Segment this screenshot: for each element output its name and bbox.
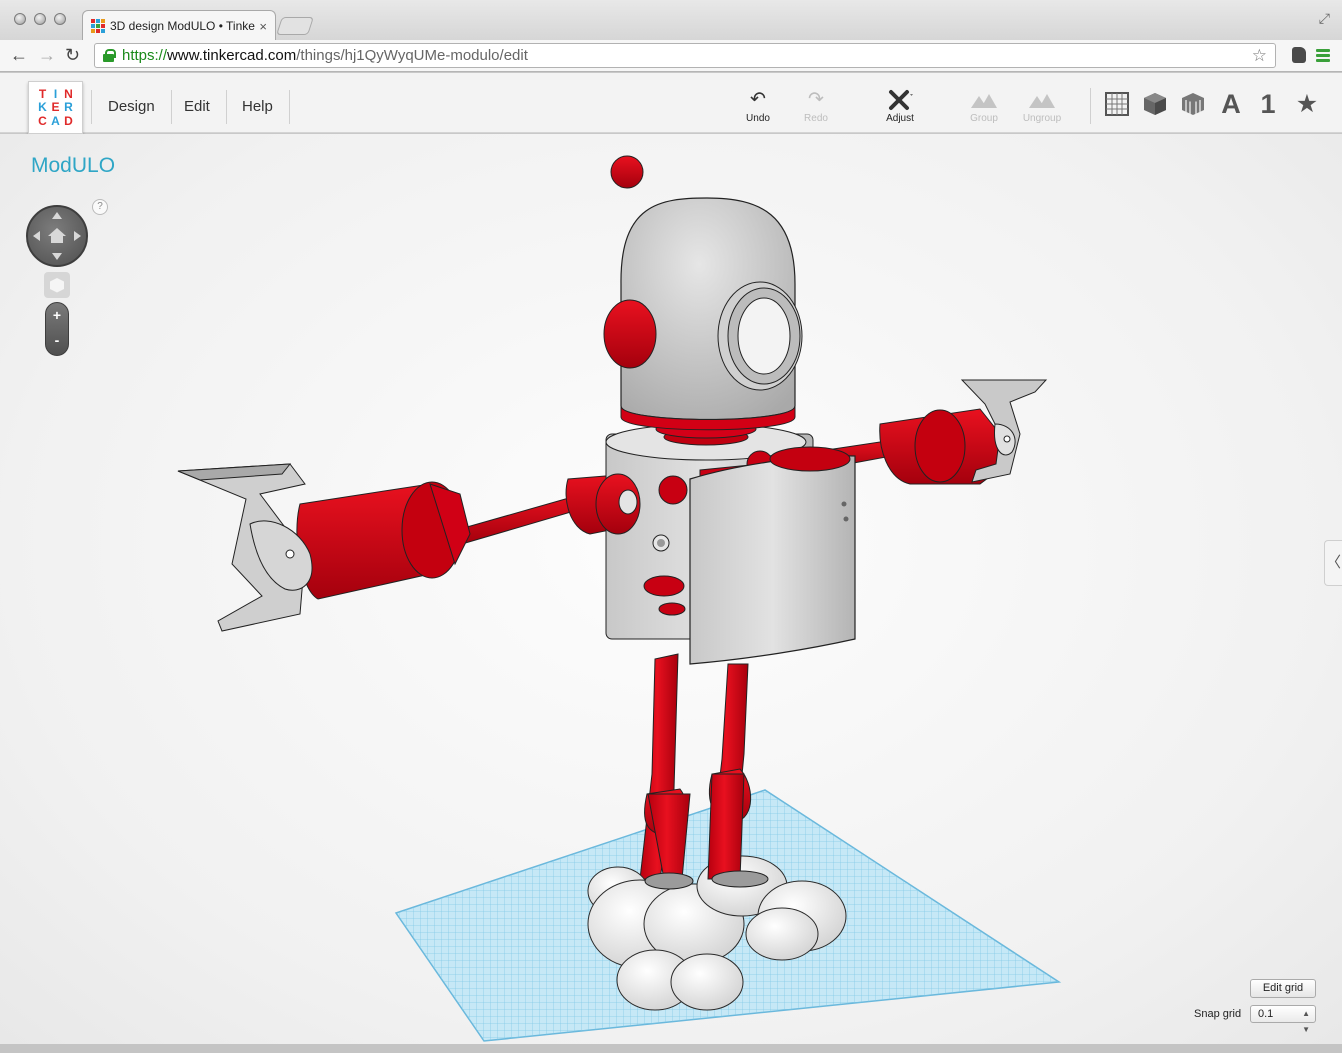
group-button[interactable]: Group — [957, 88, 1011, 124]
logo-letter: R — [64, 100, 73, 115]
logo-letter: T — [38, 87, 47, 101]
adjust-tools-icon — [873, 88, 927, 112]
url-host: www.tinkercad.com — [167, 47, 297, 64]
robot-model-scene[interactable] — [0, 134, 1342, 1044]
menu-edit[interactable]: Edit — [168, 90, 227, 124]
reload-icon[interactable]: ↻ — [65, 45, 80, 65]
number-shape-icon[interactable]: 1 — [1253, 89, 1283, 119]
toolbar-divider — [1090, 88, 1091, 124]
tinkercad-logo[interactable]: T I N K E R C A D — [28, 81, 83, 134]
undo-label: Undo — [746, 113, 770, 124]
url-path: /things/hj1QyWyqUMe-modulo/edit — [296, 47, 528, 64]
logo-letter: D — [64, 113, 73, 128]
group-icon — [957, 88, 1011, 112]
address-bar[interactable]: https:// www.tinkercad.com /things/hj1Qy… — [94, 43, 1276, 68]
left-arm — [177, 463, 641, 632]
menu-design[interactable]: Design — [91, 90, 172, 124]
logo-letter: A — [51, 113, 60, 128]
favorite-star-icon[interactable]: ★ — [1292, 89, 1322, 119]
adjust-label: Adjust — [886, 113, 914, 124]
logo-letter: C — [38, 113, 47, 128]
snap-grid-select[interactable]: 0.1 ▲ ▼ — [1250, 1005, 1316, 1034]
pan-down-arrow-icon — [52, 253, 62, 260]
ungroup-label: Ungroup — [1022, 113, 1062, 124]
workplane-canvas[interactable]: ModULO ? + - 〈 Edit grid Snap grid 0.1 ▲… — [0, 134, 1342, 1044]
pan-right-arrow-icon — [74, 231, 81, 241]
zoom-in-button[interactable]: + — [46, 303, 68, 328]
grid-view-icon[interactable] — [1102, 89, 1132, 119]
wireframe-cube-icon[interactable] — [1178, 89, 1208, 119]
url-scheme: https:// — [122, 47, 168, 64]
close-tab-icon[interactable]: × — [259, 19, 267, 34]
select-caret-icon: ▲ ▼ — [1302, 1009, 1310, 1034]
edit-grid-button[interactable]: Edit grid — [1250, 979, 1316, 998]
torso-cover — [689, 455, 856, 665]
lock-icon — [103, 49, 116, 62]
undo-button[interactable]: ↶ Undo — [731, 88, 785, 124]
snap-grid-label: Snap grid — [1194, 1008, 1242, 1020]
logo-letter: E — [51, 100, 60, 115]
undo-icon: ↶ — [750, 89, 766, 110]
window-bottom-edge — [0, 1044, 1342, 1053]
back-icon[interactable]: ← — [10, 45, 28, 65]
chrome-menu-icon[interactable] — [1316, 49, 1330, 62]
redo-button[interactable]: ↷ Redo — [789, 88, 843, 124]
browser-titlebar: 3D design ModULO • Tinkercad × ⤢ — [0, 0, 1342, 41]
redo-icon: ↷ — [808, 89, 824, 110]
text-shape-icon[interactable]: A — [1216, 89, 1246, 119]
logo-letter: N — [64, 87, 73, 101]
browser-toolbar: ← → ↻ https:// www.tinkercad.com /things… — [0, 40, 1342, 72]
new-tab-button[interactable] — [276, 17, 314, 35]
app-header: T I N K E R C A D Design Edit Help ↶ Und… — [0, 73, 1342, 134]
redo-label: Redo — [804, 113, 828, 124]
zoom-control: + - — [45, 302, 69, 356]
browser-tab[interactable]: 3D design ModULO • Tinkercad × — [82, 10, 276, 41]
menu-help[interactable]: Help — [226, 90, 290, 124]
ungroup-icon — [1015, 88, 1069, 112]
design-title[interactable]: ModULO — [31, 154, 115, 178]
fit-view-cube-icon[interactable] — [44, 272, 70, 298]
snap-grid-value: 0.1 — [1258, 1008, 1274, 1020]
solid-cube-icon[interactable] — [1140, 89, 1170, 119]
zoom-window-button[interactable] — [54, 13, 66, 25]
ungroup-button[interactable]: Ungroup — [1015, 88, 1069, 124]
pan-left-arrow-icon — [33, 231, 40, 241]
minimize-window-button[interactable] — [34, 13, 46, 25]
tinkercad-favicon-icon — [91, 19, 105, 33]
logo-letter: K — [38, 100, 47, 115]
group-label: Group — [970, 113, 998, 124]
forward-icon[interactable]: → — [38, 45, 56, 65]
zoom-out-button[interactable]: - — [46, 328, 68, 353]
evernote-icon[interactable] — [1292, 47, 1306, 63]
bookmark-star-icon[interactable]: ☆ — [1252, 46, 1267, 66]
shapes-panel-toggle[interactable]: 〈 — [1324, 540, 1342, 586]
fullscreen-icon[interactable]: ⤢ — [1319, 10, 1330, 27]
help-icon[interactable]: ? — [92, 199, 108, 215]
pan-up-arrow-icon — [52, 212, 62, 219]
adjust-button[interactable]: Adjust — [873, 88, 927, 124]
robot-head — [603, 155, 803, 431]
tab-title: 3D design ModULO • Tinkercad — [110, 19, 255, 33]
home-icon — [48, 228, 66, 243]
view-navigation-wheel[interactable] — [26, 205, 88, 267]
logo-letter: I — [53, 87, 58, 101]
close-window-button[interactable] — [14, 13, 26, 25]
